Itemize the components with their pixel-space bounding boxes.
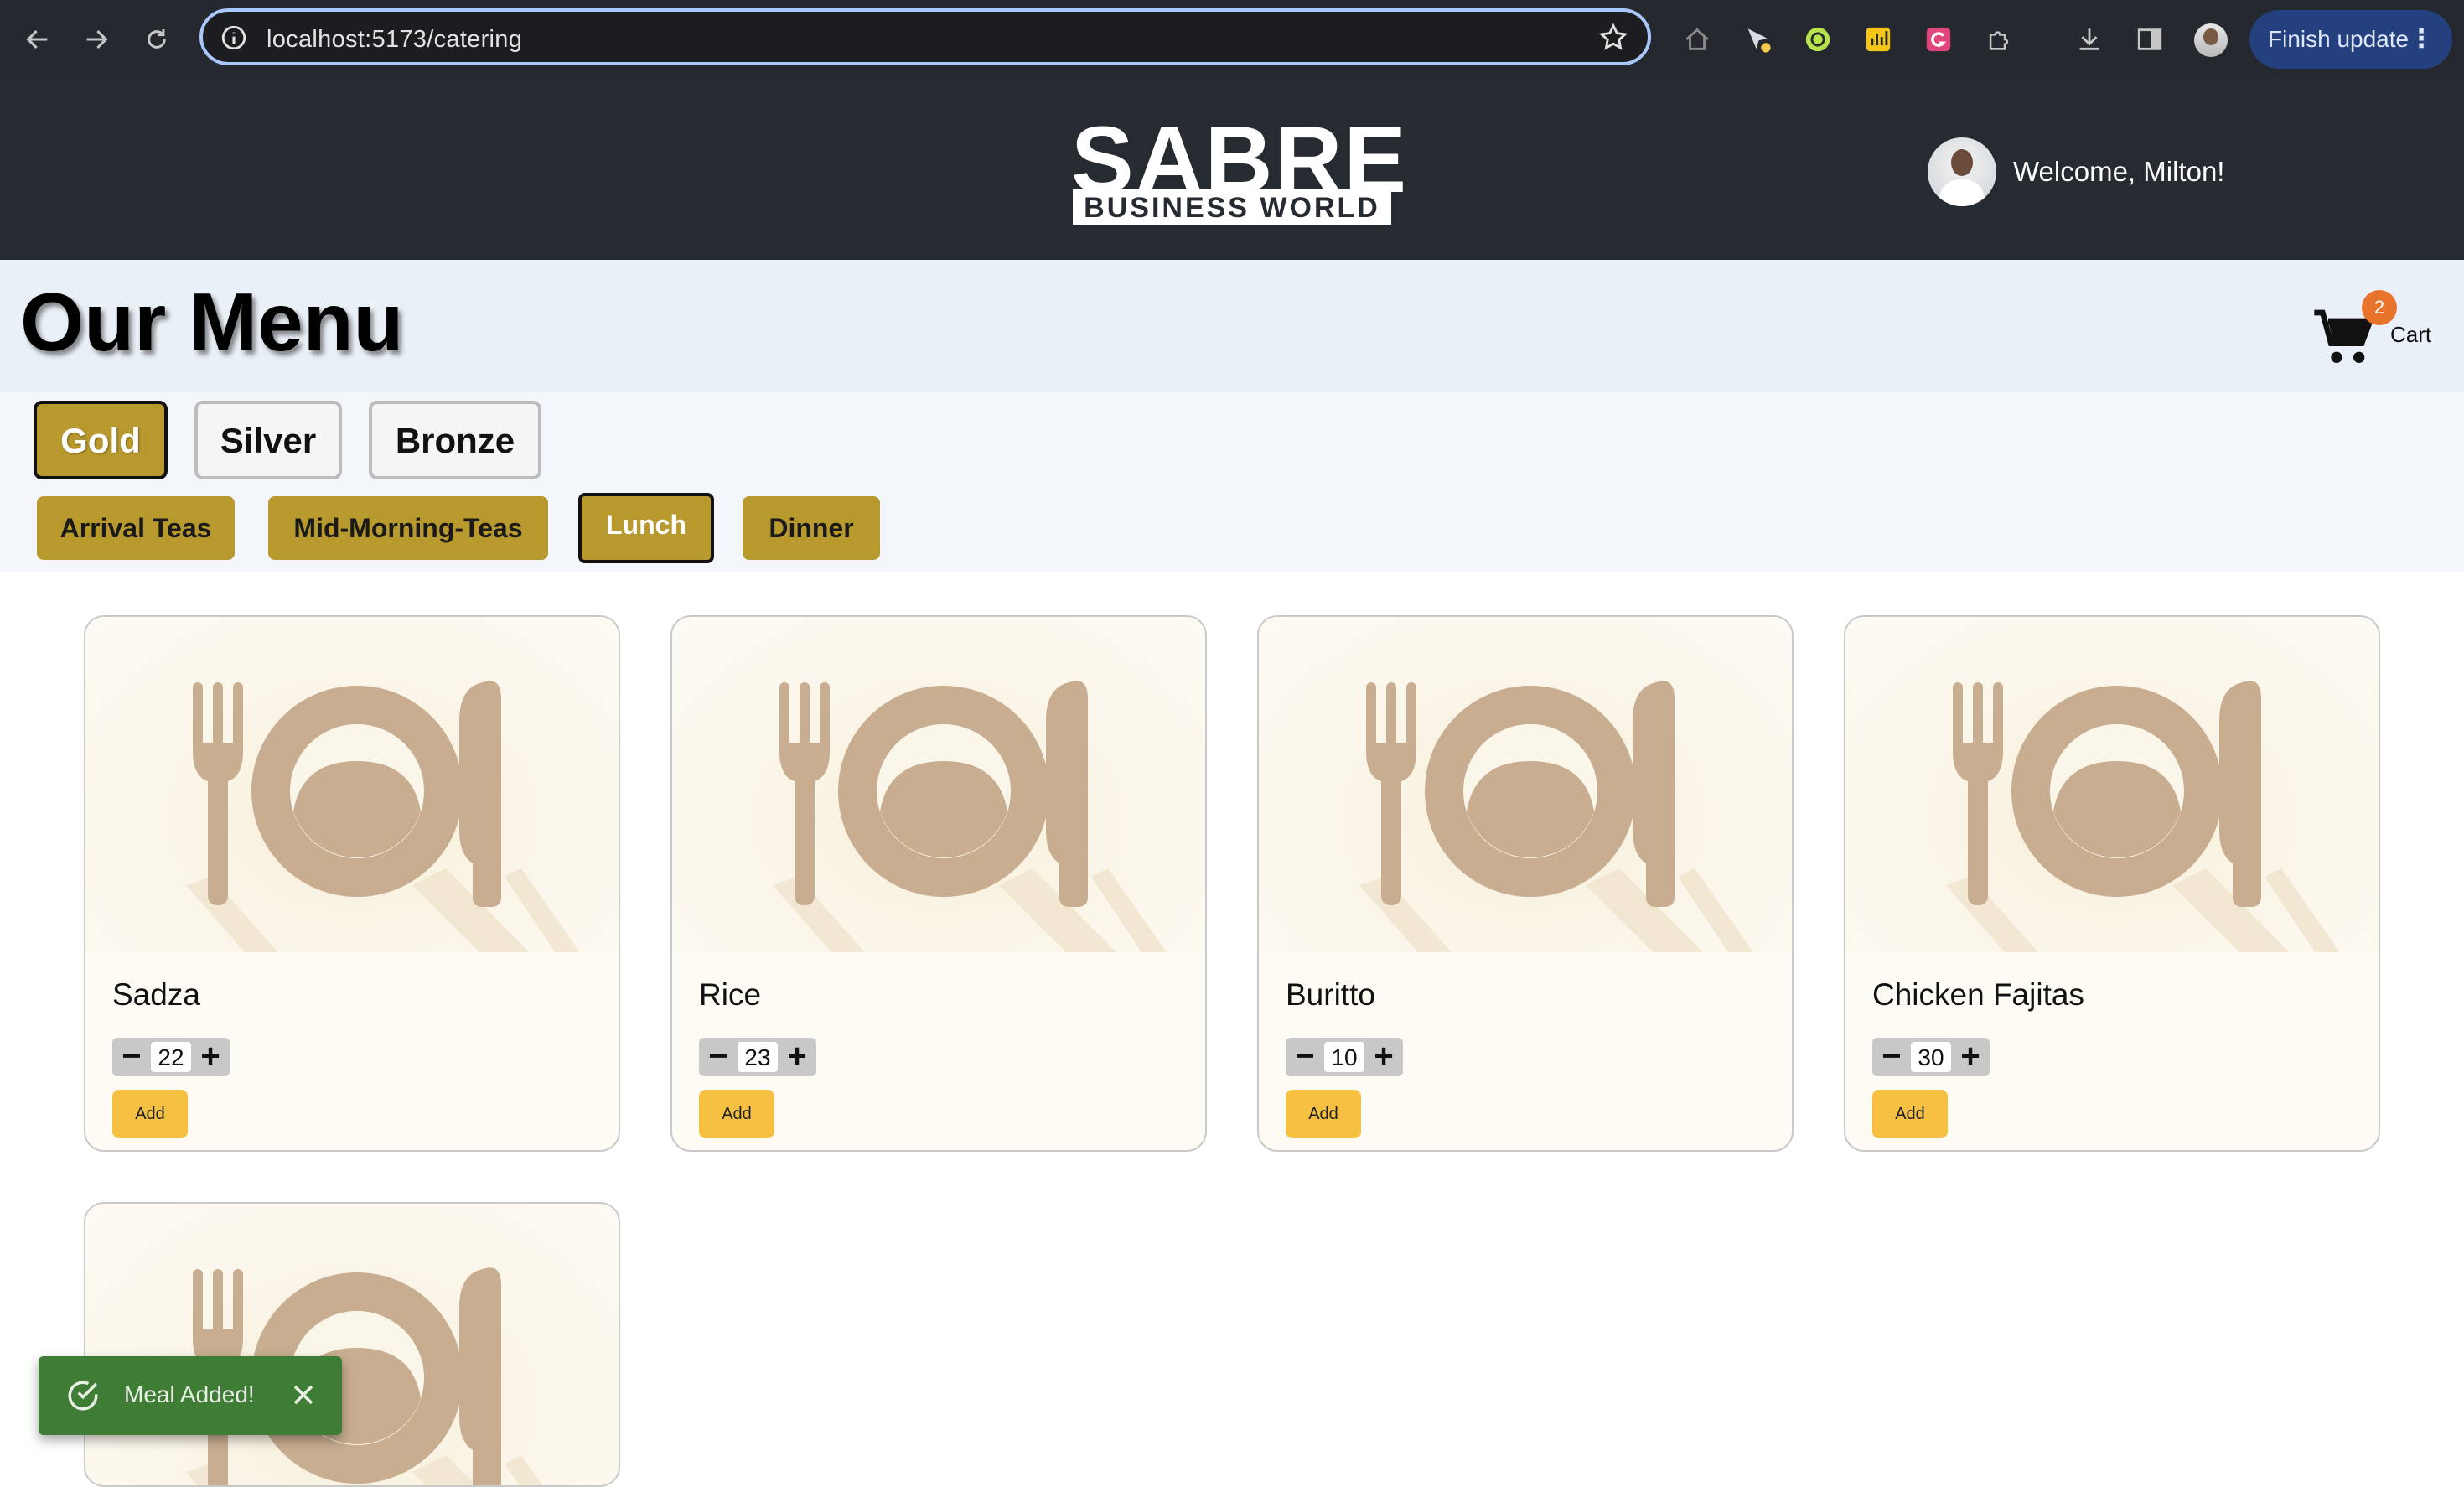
filter-tabs: Gold Silver Bronze Arrival Teas Mid-Morn…	[0, 392, 2464, 572]
item-name: Rice	[699, 977, 762, 1012]
quantity-stepper: − 22 +	[112, 1038, 230, 1076]
menu-card: Rice − 23 + Add	[670, 615, 1207, 1152]
decrement-button[interactable]: −	[114, 1038, 149, 1076]
quantity-stepper: − 30 +	[1872, 1038, 1990, 1076]
decrement-button[interactable]: −	[701, 1038, 736, 1076]
decrement-button[interactable]: −	[1287, 1038, 1323, 1076]
tier-tab-silver[interactable]: Silver	[194, 401, 342, 479]
quantity-stepper: − 10 +	[1286, 1038, 1403, 1076]
item-name: Buritto	[1286, 977, 1375, 1012]
finish-update-label: Finish update	[2268, 26, 2410, 52]
cart-button[interactable]: 2 Cart	[2311, 290, 2446, 365]
chart-extension-icon[interactable]	[1859, 20, 1897, 59]
plate-cutlery-image	[672, 617, 1205, 952]
finish-update-button[interactable]: Finish update ⋮	[2249, 10, 2452, 69]
extensions-puzzle-icon[interactable]	[1980, 20, 2018, 59]
quantity-input[interactable]: 30	[1911, 1042, 1951, 1072]
side-panel-icon[interactable]	[2130, 20, 2169, 59]
increment-button[interactable]: +	[193, 1038, 228, 1076]
green-extension-icon[interactable]	[1799, 20, 1837, 59]
item-name: Chicken Fajitas	[1872, 977, 2084, 1012]
tier-tab-gold[interactable]: Gold	[34, 401, 168, 479]
add-button[interactable]: Add	[112, 1090, 188, 1138]
increment-button[interactable]: +	[1953, 1038, 1988, 1076]
url-text: localhost:5173/catering	[267, 26, 523, 53]
increment-button[interactable]: +	[779, 1038, 815, 1076]
user-avatar[interactable]	[1928, 137, 1996, 206]
menu-card: Sadza − 22 + Add	[84, 615, 620, 1152]
download-icon[interactable]	[2070, 20, 2109, 59]
meal-tab-lunch[interactable]: Lunch	[578, 493, 714, 563]
back-icon[interactable]	[15, 17, 60, 62]
add-button[interactable]: Add	[699, 1090, 774, 1138]
profile-avatar[interactable]	[2194, 23, 2228, 57]
meal-tab-mid-morning-teas[interactable]: Mid-Morning-Teas	[268, 496, 548, 560]
cursor-extension-icon[interactable]	[1738, 20, 1777, 59]
quantity-stepper: − 23 +	[699, 1038, 816, 1076]
meal-added-toast: Meal Added!	[39, 1356, 342, 1435]
reload-icon[interactable]	[134, 17, 179, 62]
plate-cutlery-image	[85, 1204, 619, 1485]
logo-subtext: BUSINESS WORLD	[1073, 189, 1391, 225]
sabre-logo[interactable]: SABRE BUSINESS WORLD	[1071, 107, 1406, 228]
menu-card: Buritto − 10 + Add	[1257, 615, 1794, 1152]
address-bar[interactable]: localhost:5173/catering	[199, 8, 1651, 65]
cart-count-badge: 2	[2362, 290, 2397, 325]
forward-icon[interactable]	[74, 17, 119, 62]
plate-cutlery-image	[85, 617, 619, 952]
bookmark-star-icon[interactable]	[1597, 22, 1629, 58]
quantity-input[interactable]: 23	[738, 1042, 778, 1072]
meal-tab-dinner[interactable]: Dinner	[743, 496, 880, 560]
site-info-icon[interactable]	[220, 23, 248, 56]
toast-message: Meal Added!	[124, 1381, 255, 1407]
plate-cutlery-image	[1259, 617, 1792, 952]
close-icon[interactable]	[287, 1378, 320, 1416]
add-button[interactable]: Add	[1872, 1090, 1948, 1138]
tier-tab-bronze[interactable]: Bronze	[369, 401, 541, 479]
menu-card	[84, 1202, 620, 1487]
add-button[interactable]: Add	[1286, 1090, 1361, 1138]
page-title: Our Menu	[20, 276, 404, 368]
item-name: Sadza	[112, 977, 200, 1012]
quantity-input[interactable]: 10	[1324, 1042, 1364, 1072]
increment-button[interactable]: +	[1366, 1038, 1401, 1076]
home-extension-icon[interactable]	[1678, 20, 1716, 59]
check-circle-icon	[65, 1378, 101, 1417]
cart-label: Cart	[2390, 322, 2432, 347]
quantity-input[interactable]: 22	[151, 1042, 191, 1072]
more-menu-icon[interactable]: ⋮	[2409, 10, 2434, 69]
menu-title-band: Our Menu 2 Cart	[0, 260, 2464, 392]
welcome-text: Welcome, Milton!	[2013, 156, 2225, 187]
site-header: SABRE BUSINESS WORLD Welcome, Milton!	[0, 79, 2464, 260]
browser-toolbar: localhost:5173/catering Finish update ⋮	[0, 0, 2464, 79]
meal-tab-arrival-teas[interactable]: Arrival Teas	[37, 496, 235, 560]
menu-card: Chicken Fajitas − 30 + Add	[1844, 615, 2380, 1152]
decrement-button[interactable]: −	[1874, 1038, 1909, 1076]
grammar-extension-icon[interactable]	[1919, 20, 1958, 59]
plate-cutlery-image	[1845, 617, 2379, 952]
